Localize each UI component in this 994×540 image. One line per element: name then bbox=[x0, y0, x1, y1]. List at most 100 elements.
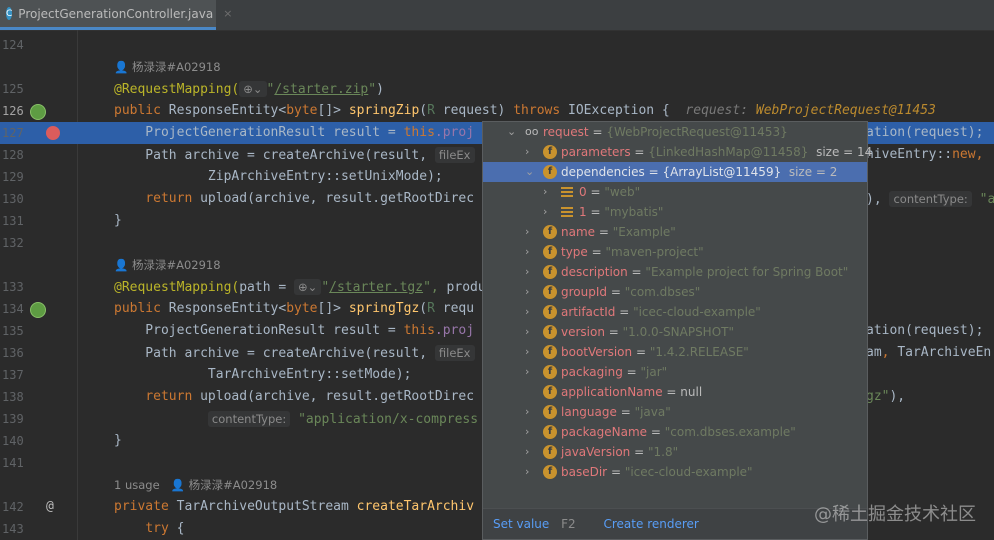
variable-name: bootVersion bbox=[561, 345, 633, 359]
variable-row[interactable]: › f bootVersion = "1.4.2.RELEASE" bbox=[483, 342, 867, 362]
code-token: ResponseEntity< bbox=[168, 301, 287, 316]
chevron-right-icon[interactable]: › bbox=[525, 242, 529, 262]
variable-row[interactable]: › f groupId = "com.dbses" bbox=[483, 282, 867, 302]
java-class-icon: C bbox=[6, 7, 13, 20]
variable-row[interactable]: › f packageName = "com.dbses.example" bbox=[483, 422, 867, 442]
code-text: return upload(archive, result.getRootDir… bbox=[114, 386, 474, 408]
watermark: @稀土掘金技术社区 bbox=[814, 504, 976, 525]
code-token: "a bbox=[971, 192, 994, 207]
variable-row[interactable]: › f version = "1.0.0-SNAPSHOT" bbox=[483, 322, 867, 342]
create-renderer-link[interactable]: Create renderer bbox=[604, 517, 699, 531]
code-token: .proj bbox=[434, 125, 475, 140]
line-number: 124 bbox=[2, 38, 24, 52]
variable-value: "1.8" bbox=[647, 445, 679, 459]
chevron-right-icon[interactable]: › bbox=[525, 342, 529, 362]
close-tab-icon[interactable]: × bbox=[223, 7, 232, 20]
code-line: 124 bbox=[0, 34, 994, 56]
web-endpoint-icon[interactable] bbox=[30, 104, 46, 120]
watch-glasses-icon: oo bbox=[525, 125, 539, 138]
equals: = bbox=[632, 345, 650, 359]
variable-name: javaVersion bbox=[561, 445, 631, 459]
chevron-down-icon[interactable]: ⌄ bbox=[507, 122, 516, 142]
field-icon: f bbox=[543, 225, 557, 239]
code-text: private TarArchiveOutputStream createTar… bbox=[114, 496, 474, 518]
code-token: private bbox=[114, 499, 177, 514]
line-number: 126 bbox=[2, 104, 24, 118]
field-icon: f bbox=[543, 405, 557, 419]
web-endpoint-icon[interactable] bbox=[30, 302, 46, 318]
variable-value: "web" bbox=[604, 185, 641, 199]
chevron-right-icon[interactable]: › bbox=[525, 302, 529, 322]
variable-row[interactable]: ⌄ oo request = {WebProjectRequest@11453} bbox=[483, 122, 867, 142]
chevron-right-icon[interactable]: › bbox=[543, 182, 547, 202]
variable-row[interactable]: › f baseDir = "icec-cloud-example" bbox=[483, 462, 867, 482]
line-number: 133 bbox=[2, 280, 24, 294]
chevron-right-icon[interactable]: › bbox=[543, 202, 547, 222]
variable-value: "java" bbox=[634, 405, 671, 419]
chevron-right-icon[interactable]: › bbox=[525, 262, 529, 282]
code-token: new bbox=[952, 147, 976, 162]
chevron-right-icon[interactable]: › bbox=[525, 442, 529, 462]
code-token: this bbox=[403, 323, 435, 338]
code-token: gz" bbox=[866, 389, 890, 404]
variable-row[interactable]: › 0 = "web" bbox=[483, 182, 867, 202]
chevron-right-icon[interactable]: › bbox=[525, 322, 529, 342]
chevron-right-icon[interactable]: › bbox=[525, 282, 529, 302]
chevron-right-icon[interactable]: › bbox=[525, 422, 529, 442]
variable-row[interactable]: › f parameters = {LinkedHashMap@11458} siz… bbox=[483, 142, 872, 162]
code-token: request: bbox=[685, 103, 756, 118]
chevron-right-icon[interactable]: › bbox=[525, 142, 529, 162]
code-text: Path archive = createArchive(result, fil… bbox=[114, 144, 475, 167]
variable-row[interactable]: › f javaVersion = "1.8" bbox=[483, 442, 867, 462]
variable-row[interactable]: f applicationName = null bbox=[483, 382, 867, 402]
code-token: createTarArchiv bbox=[356, 499, 475, 514]
chevron-down-icon[interactable]: ⌄ bbox=[525, 162, 534, 182]
line-number: 136 bbox=[2, 346, 24, 360]
variable-row[interactable]: › f packaging = "jar" bbox=[483, 362, 867, 382]
variable-value: "icec-cloud-example" bbox=[633, 305, 761, 319]
variable-value: "com.dbses" bbox=[624, 285, 701, 299]
line-number: 128 bbox=[2, 148, 24, 162]
variable-text: language = "java" bbox=[561, 402, 671, 422]
tab-project-generation-controller[interactable]: C ProjectGenerationController.java × bbox=[0, 0, 232, 30]
code-token: ), bbox=[889, 389, 906, 404]
code-text: try { bbox=[114, 518, 184, 540]
code-token: springZip bbox=[348, 103, 420, 118]
equals: = bbox=[607, 285, 625, 299]
chevron-right-icon[interactable]: › bbox=[525, 402, 529, 422]
equals: = bbox=[595, 225, 613, 239]
author-hint[interactable]: 👤 杨渌渌#A02918 bbox=[114, 254, 221, 276]
field-icon: f bbox=[543, 285, 557, 299]
variable-value: "1.4.2.RELEASE" bbox=[649, 345, 749, 359]
code-token: "application/x-compress bbox=[290, 412, 479, 427]
set-value-link[interactable]: Set value bbox=[493, 517, 549, 531]
field-icon: f bbox=[543, 305, 557, 319]
variable-row[interactable]: › f artifactId = "icec-cloud-example" bbox=[483, 302, 867, 322]
line-number: 135 bbox=[2, 324, 24, 338]
variable-text: parameters = {LinkedHashMap@11458} size … bbox=[561, 142, 872, 162]
code-text: ProjectGenerationResult result = this.pr… bbox=[114, 320, 474, 342]
chevron-right-icon[interactable]: › bbox=[525, 222, 529, 242]
chevron-right-icon[interactable]: › bbox=[525, 362, 529, 382]
code-token: am bbox=[866, 345, 882, 360]
variable-row[interactable]: ⌄ f dependencies = {ArrayList@11459} size … bbox=[483, 162, 867, 182]
variable-row[interactable]: › f description = "Example project for Spr… bbox=[483, 262, 867, 282]
code-text-right: ), contentType: "a bbox=[866, 188, 994, 211]
variable-name: request bbox=[543, 125, 589, 139]
variable-row[interactable]: › 1 = "mybatis" bbox=[483, 202, 867, 222]
chevron-right-icon[interactable]: › bbox=[525, 462, 529, 482]
code-token: ", bbox=[423, 280, 447, 295]
breakpoint-icon[interactable] bbox=[46, 126, 60, 140]
variable-row[interactable]: › f name = "Example" bbox=[483, 222, 867, 242]
author-hint[interactable]: 1 usage 👤 杨渌渌#A02918 bbox=[114, 474, 277, 496]
implements-at-icon[interactable]: @ bbox=[46, 496, 60, 514]
equals: = bbox=[604, 325, 623, 339]
variable-size: size = 14 bbox=[808, 145, 873, 159]
equals: = bbox=[607, 465, 625, 479]
variable-row[interactable]: › f type = "maven-project" bbox=[483, 242, 867, 262]
variable-text: description = "Example project for Sprin… bbox=[561, 262, 848, 282]
variable-row[interactable]: › f language = "java" bbox=[483, 402, 867, 422]
equals: = bbox=[622, 365, 641, 379]
author-hint[interactable]: 👤 杨渌渌#A02918 bbox=[114, 56, 221, 78]
